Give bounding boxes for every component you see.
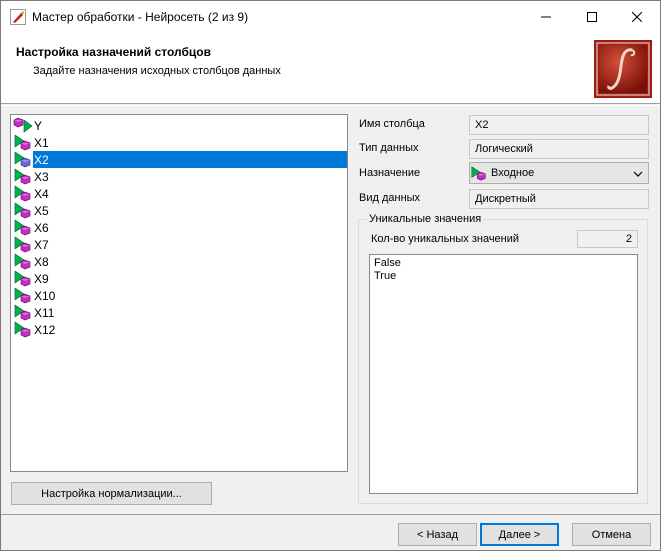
input-column-icon (13, 270, 33, 287)
page-title: Настройка назначений столбцов (16, 45, 211, 59)
page-subtitle: Задайте назначения исходных столбцов дан… (33, 65, 281, 77)
input-column-icon (13, 219, 33, 236)
purpose-select[interactable]: Входное (469, 162, 649, 184)
tree-item-x6[interactable]: X6 (13, 219, 347, 236)
back-button[interactable]: < Назад (398, 523, 477, 546)
list-item: True (374, 270, 397, 282)
tree-item-label: X12 (34, 322, 56, 337)
tree-item-label: X7 (34, 237, 49, 252)
header-separator (1, 105, 660, 106)
tree-item-label: Y (34, 118, 43, 133)
footer-separator (1, 514, 660, 515)
maximize-icon (587, 11, 597, 22)
close-button[interactable] (614, 1, 660, 32)
tree-item-label: X2 (34, 152, 49, 167)
next-button[interactable]: Далее > (480, 523, 559, 546)
input-column-icon (13, 321, 33, 338)
input-column-icon (13, 304, 33, 321)
column-name-label: Имя столбца (359, 118, 425, 130)
tree-item-x8[interactable]: X8 (13, 253, 347, 270)
tree-item-label: X3 (34, 169, 49, 184)
tree-item-label: X9 (34, 271, 49, 286)
tree-item-x1[interactable]: X1 (13, 134, 347, 151)
tree-item-x7[interactable]: X7 (13, 236, 347, 253)
unique-count-label: Кол-во уникальных значений (371, 233, 520, 245)
input-column-icon (13, 236, 33, 253)
chevron-down-icon (633, 168, 643, 182)
minimize-icon (541, 16, 551, 17)
tree-item-x11[interactable]: X11 (13, 304, 347, 321)
tree-item-label: X4 (34, 186, 49, 201)
window-title: Мастер обработки - Нейросеть (2 из 9) (32, 9, 249, 24)
input-column-icon (13, 151, 33, 168)
column-name-field: X2 (469, 115, 649, 135)
tree-item-label: X10 (34, 288, 56, 303)
tree-item-label: X8 (34, 254, 49, 269)
data-type-label: Тип данных (359, 142, 419, 154)
deductor-logo-icon (594, 40, 652, 98)
input-column-icon (13, 185, 33, 202)
wizard-window: Мастер обработки - Нейросеть (2 из 9) На… (0, 0, 661, 551)
tree-item-x3[interactable]: X3 (13, 168, 347, 185)
minimize-button[interactable] (523, 1, 569, 32)
unique-values-title: Уникальные значения (367, 213, 484, 225)
unique-values-list[interactable]: False True (369, 254, 638, 494)
maximize-button[interactable] (569, 1, 615, 32)
column-tree[interactable]: Y X1 X2 X3 X4 X5 X6 X7 X8 X9 X10 X11 X12 (10, 114, 348, 472)
tree-item-x5[interactable]: X5 (13, 202, 347, 219)
data-kind-field: Дискретный (469, 189, 649, 209)
close-icon (632, 11, 642, 22)
tree-item-label: X11 (34, 305, 55, 320)
output-column-icon (13, 117, 33, 134)
normalization-settings-button[interactable]: Настройка нормализации... (11, 482, 212, 505)
input-column-icon (13, 253, 33, 270)
wizard-header: Настройка назначений столбцов Задайте на… (1, 32, 660, 104)
tree-item-label: X5 (34, 203, 49, 218)
tree-item-x10[interactable]: X10 (13, 287, 347, 304)
tree-item-x12[interactable]: X12 (13, 321, 347, 338)
input-column-icon (470, 165, 488, 182)
input-column-icon (13, 134, 33, 151)
input-column-icon (13, 202, 33, 219)
tree-item-label: X1 (34, 135, 49, 150)
tree-item-x2[interactable]: X2 (13, 151, 347, 168)
unique-count-field: 2 (577, 230, 638, 248)
tree-item-x4[interactable]: X4 (13, 185, 347, 202)
cancel-button[interactable]: Отмена (572, 523, 651, 546)
purpose-label: Назначение (359, 167, 421, 179)
data-type-field: Логический (469, 139, 649, 159)
input-column-icon (13, 168, 33, 185)
tree-item-y[interactable]: Y (13, 117, 347, 134)
input-column-icon (13, 287, 33, 304)
tree-item-x9[interactable]: X9 (13, 270, 347, 287)
purpose-select-value: Входное (491, 167, 535, 179)
tree-item-label: X6 (34, 220, 49, 235)
app-icon (10, 8, 26, 25)
data-kind-label: Вид данных (359, 192, 421, 204)
list-item: False (374, 257, 401, 269)
title-bar: Мастер обработки - Нейросеть (2 из 9) (1, 1, 660, 32)
